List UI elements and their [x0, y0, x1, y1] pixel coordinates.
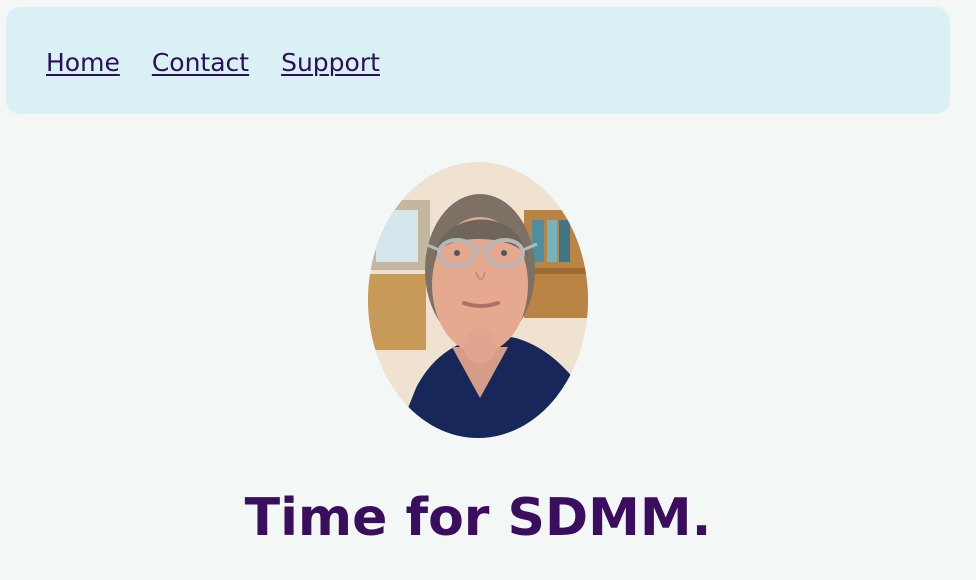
- page-headline: Time for SDMM.: [244, 488, 712, 548]
- nav-link-contact[interactable]: Contact: [152, 50, 249, 75]
- profile-photo: [368, 162, 588, 438]
- nav-link-support[interactable]: Support: [281, 50, 380, 75]
- portrait-illustration: [368, 162, 588, 438]
- nav-link-home[interactable]: Home: [46, 50, 120, 75]
- top-navigation: Home Contact Support: [6, 7, 950, 114]
